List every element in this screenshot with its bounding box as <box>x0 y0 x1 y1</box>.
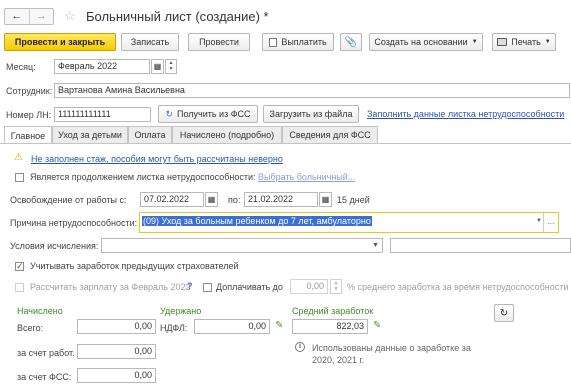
calendar-icon[interactable]: ▦ <box>319 192 332 207</box>
load-file-label: Загрузить из файла <box>269 109 353 119</box>
arrow-left-icon[interactable]: ← <box>5 9 30 24</box>
employee-label: Сотрудник: <box>6 86 53 96</box>
reason-value: (09) Уход за больным ребенком до 7 лет, … <box>142 216 372 226</box>
create-based-on-button[interactable]: Создать на основании ▼ <box>369 33 483 51</box>
info-text-line1: Использованы данные о заработке за <box>312 343 471 353</box>
payout-button[interactable]: Выплатить <box>262 33 334 51</box>
warning-link[interactable]: Не заполнен стаж, пособия могут быть рас… <box>31 154 283 164</box>
employer-label: за счет работ. <box>17 348 75 358</box>
document-icon <box>269 37 278 47</box>
continuation-label: Является продолжением листка нетрудоспос… <box>30 172 256 182</box>
tab-main-label: Главное <box>10 130 46 141</box>
refresh-icon: ↻ <box>165 108 173 119</box>
window-title: Больничный лист (создание) * <box>86 9 269 24</box>
continuation-checkbox[interactable] <box>15 173 24 182</box>
open-form-icon[interactable]: ... <box>543 213 558 232</box>
calendar-icon[interactable]: ▦ <box>151 59 164 74</box>
fss-field: 0,00 <box>77 368 156 383</box>
create-based-label: Создать на основании <box>374 37 468 47</box>
help-question[interactable]: ? <box>187 281 193 291</box>
extra-pay-stepper[interactable]: ▲ ▼ <box>330 279 342 294</box>
chevron-down-icon: ▼ <box>471 39 478 45</box>
tab-child-care-label: Уход за детьми <box>58 130 122 140</box>
info-text-line2: 2020, 2021 г. <box>312 355 365 365</box>
save-button[interactable]: Записать <box>121 33 179 51</box>
refresh-icon: ↻ <box>499 307 509 319</box>
printer-icon <box>497 38 508 46</box>
month-field[interactable]: Февраль 2022 <box>54 59 150 74</box>
tab-fss-label: Сведения для ФСС <box>289 130 371 140</box>
recalculate-button[interactable]: ↻ <box>494 304 514 322</box>
chevron-down-icon[interactable]: ▼ <box>372 242 379 249</box>
calc-conditions-field[interactable] <box>101 238 383 253</box>
tab-payment[interactable]: Оплата <box>128 126 172 143</box>
tab-main[interactable]: Главное <box>4 126 52 144</box>
days-count: 15 дней <box>337 195 370 205</box>
pencil-icon[interactable]: ✎ <box>373 320 381 331</box>
extra-pay-label: Доплачивать до <box>216 282 283 292</box>
get-from-fss-button[interactable]: ↻ Получить из ФСС <box>158 105 258 123</box>
date-from-field[interactable]: 07.02.2022 <box>140 192 204 207</box>
print-label: Печать <box>511 37 541 47</box>
withheld-title: Удержано <box>160 306 202 316</box>
chevron-down-icon: ▼ <box>544 39 551 45</box>
reason-field[interactable]: (09) Уход за больным ребенком до 7 лет, … <box>139 212 559 233</box>
prev-insurers-label: Учитывать заработок предыдущих страховат… <box>30 261 239 271</box>
info-icon: i <box>295 342 305 352</box>
post-and-close-button[interactable]: Провести и закрыть <box>4 33 116 51</box>
fss-label: за счет ФСС: <box>17 372 72 382</box>
release-from-label: Освобождение от работы с: <box>10 195 127 205</box>
warning-icon: ⚠ <box>14 152 23 163</box>
month-stepper[interactable]: ▲ ▼ <box>165 59 177 74</box>
avg-earnings-title: Средний заработок <box>292 306 374 316</box>
attachment-button[interactable]: 📎 <box>340 33 362 51</box>
tab-payment-label: Оплата <box>134 130 166 140</box>
extra-pay-checkbox[interactable] <box>203 283 212 292</box>
calc-salary-checkbox[interactable] <box>15 283 24 292</box>
accrued-title: Начислено <box>17 306 63 316</box>
pencil-icon[interactable]: ✎ <box>275 320 283 331</box>
prev-insurers-checkbox[interactable]: ✓ <box>15 262 24 271</box>
get-fss-label: Получить из ФСС <box>176 109 251 119</box>
paperclip-icon: 📎 <box>344 36 358 48</box>
extra-pay-field[interactable]: 0,00 <box>290 279 328 294</box>
ln-number-field[interactable]: 111111111111 <box>54 107 151 122</box>
nav-buttons: ← → <box>4 8 54 25</box>
payout-label: Выплатить <box>281 37 327 47</box>
total-field: 0,00 <box>77 319 156 334</box>
tab-divider <box>0 143 571 144</box>
post-label: Провести <box>199 37 239 47</box>
to-label: по: <box>228 195 241 205</box>
date-to-field[interactable]: 21.02.2022 <box>244 192 318 207</box>
load-from-file-button[interactable]: Загрузить из файла <box>263 105 359 123</box>
calendar-icon[interactable]: ▦ <box>205 192 218 207</box>
calc-conditions-extra-field[interactable] <box>390 238 571 253</box>
calc-conditions-label: Условия исчисления: <box>10 241 99 251</box>
employer-field: 0,00 <box>77 344 156 359</box>
avg-percent-label: % среднего заработка за время нетрудоспо… <box>347 282 569 292</box>
save-label: Записать <box>130 37 170 47</box>
choose-sick-leave-link[interactable]: Выбрать больничный... <box>258 172 355 182</box>
tab-fss-info[interactable]: Сведения для ФСС <box>282 126 378 143</box>
chevron-down-icon[interactable]: ▼ <box>536 218 542 224</box>
post-button[interactable]: Провести <box>188 33 250 51</box>
ndfl-label: НДФЛ: <box>160 323 188 333</box>
post-and-close-label: Провести и закрыть <box>14 37 106 47</box>
employee-field[interactable]: Вартанова Амина Васильевна <box>54 83 570 98</box>
star-icon[interactable]: ☆ <box>64 8 76 24</box>
total-label: Всего: <box>17 323 44 333</box>
tab-child-care[interactable]: Уход за детьми <box>52 126 128 143</box>
tab-accrued-label: Начислено (подробно) <box>179 130 275 140</box>
avg-earnings-field: 822,03 <box>292 319 368 334</box>
reason-label: Причина нетрудоспособности: <box>10 218 138 228</box>
calc-salary-label: Рассчитать зарплату за Февраль 2022 <box>30 282 191 292</box>
arrow-right-icon[interactable]: → <box>30 9 54 24</box>
ndfl-field: 0,00 <box>194 319 270 334</box>
ln-number-label: Номер ЛН: <box>6 110 52 120</box>
month-label: Месяц: <box>6 62 36 72</box>
fill-sick-leave-link[interactable]: Заполнить данные листка нетрудоспособнос… <box>367 109 564 119</box>
print-button[interactable]: Печать ▼ <box>492 33 556 51</box>
tab-accrued-detailed[interactable]: Начислено (подробно) <box>172 126 282 143</box>
